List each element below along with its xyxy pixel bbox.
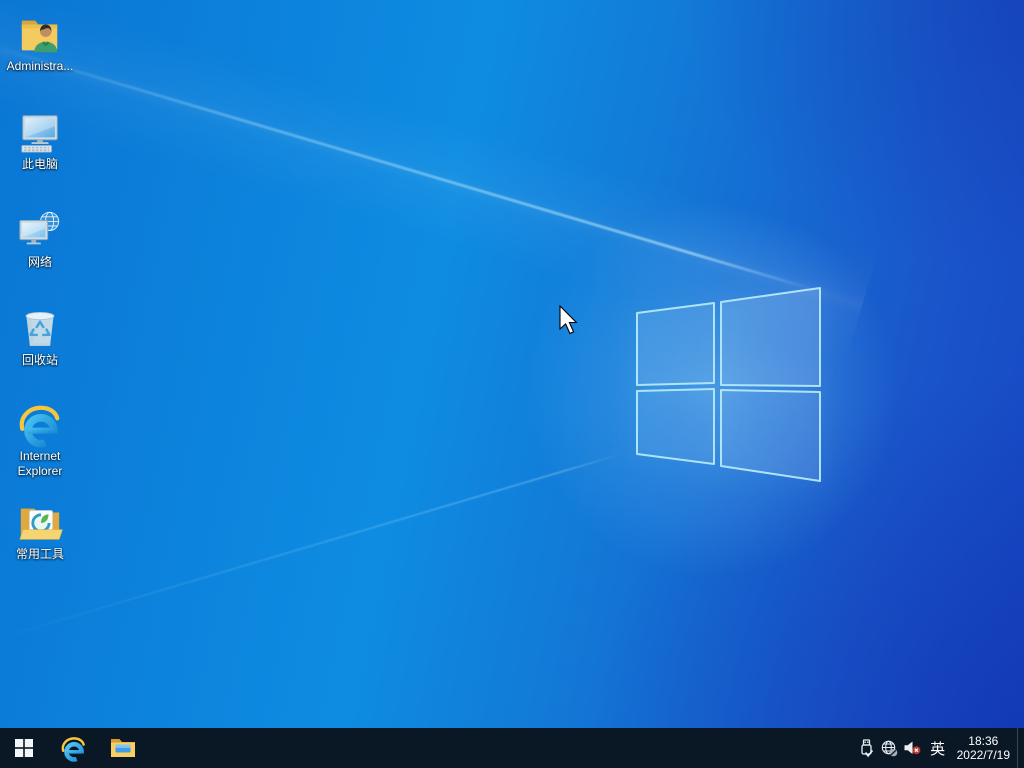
desktop-icon-label: 常用工具	[15, 547, 64, 561]
ime-language-indicator[interactable]: 英	[924, 728, 952, 768]
volume-muted-icon[interactable]	[901, 728, 924, 768]
taskbar-internet-explorer-button[interactable]	[48, 728, 98, 768]
desktop-icon-label: 此电脑	[21, 157, 58, 171]
desktop-icon-common-tools[interactable]: 常用工具	[1, 500, 79, 562]
user-folder-icon	[21, 20, 58, 53]
desktop-icon-administrator[interactable]: Administra...	[1, 12, 79, 74]
taskbar: 英 18:36 2022/7/19	[0, 728, 1024, 768]
system-tray: 英 18:36 2022/7/19	[855, 728, 1024, 768]
desktop-icon-label: 回收站	[21, 353, 58, 367]
clock-date: 2022/7/19	[956, 748, 1010, 762]
taskbar-clock[interactable]: 18:36 2022/7/19	[952, 728, 1017, 768]
desktop-icon-label: Internet Explorer	[17, 449, 63, 478]
desktop-icon-recycle-bin[interactable]: 回收站	[1, 306, 79, 368]
light-beam-bottom	[0, 452, 624, 642]
start-button[interactable]	[0, 728, 48, 768]
network-offline-icon[interactable]	[878, 728, 901, 768]
desktop-wallpaper[interactable]: Administra... 此电脑 网络 回收站 Internet Explor…	[0, 0, 1024, 728]
network-icon	[19, 211, 60, 245]
this-pc-icon	[21, 115, 58, 153]
light-beam-top	[0, 44, 817, 292]
usb-safely-remove-icon[interactable]	[855, 728, 878, 768]
internet-explorer-icon	[61, 736, 85, 762]
file-explorer-icon	[111, 739, 135, 757]
screen: Administra... 此电脑 网络 回收站 Internet Explor…	[0, 0, 1024, 768]
desktop-icon-network[interactable]: 网络	[1, 208, 79, 270]
mouse-cursor	[559, 305, 578, 335]
recycle-bin-icon	[25, 311, 55, 346]
show-desktop-button[interactable]	[1017, 728, 1024, 768]
clock-time: 18:36	[968, 733, 999, 748]
desktop-icon-label: 网络	[27, 255, 52, 269]
tools-folder-icon	[19, 508, 63, 540]
taskbar-file-explorer-button[interactable]	[98, 728, 148, 768]
desktop-icon-label: Administra...	[6, 59, 74, 73]
desktop-icon-this-pc[interactable]: 此电脑	[1, 110, 79, 172]
desktop-icon-internet-explorer[interactable]: Internet Explorer	[1, 402, 79, 479]
windows-logo-wallpaper	[636, 287, 821, 482]
start-icon	[15, 739, 33, 757]
internet-explorer-icon	[19, 405, 60, 448]
light-beam-soft	[0, 0, 880, 363]
